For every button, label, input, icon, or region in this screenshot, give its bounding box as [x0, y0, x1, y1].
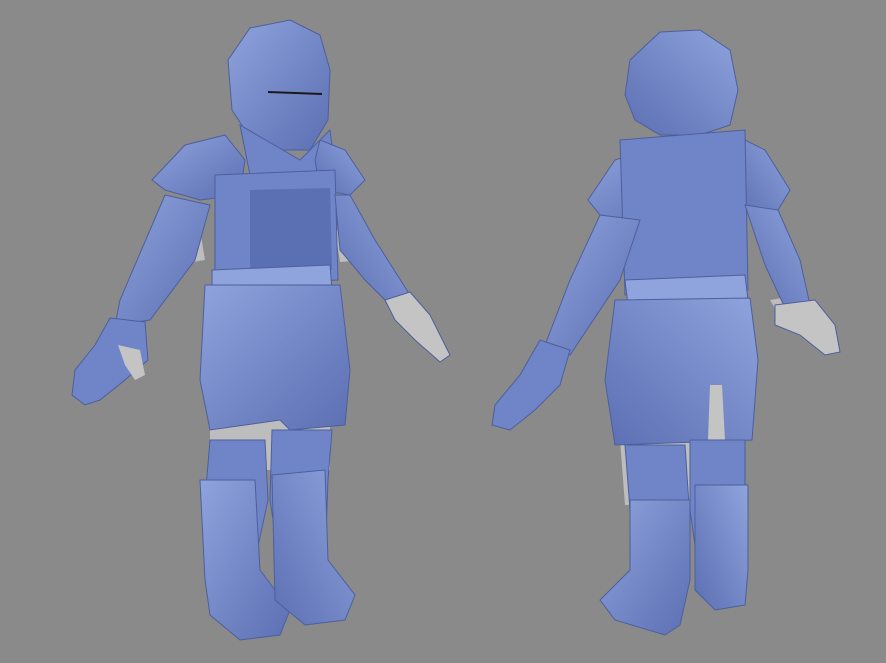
front-breastplate-center: [250, 188, 332, 272]
knight-back-view[interactable]: [491, 29, 841, 636]
back-faulds: [604, 297, 759, 446]
front-right-gauntlet: [384, 291, 451, 363]
front-right-arm: [334, 194, 411, 311]
viewport-render: [71, 19, 841, 641]
3d-viewport[interactable]: [0, 0, 886, 663]
front-right-boot: [271, 469, 356, 626]
back-left-gauntlet: [491, 339, 571, 431]
front-faulds: [199, 284, 351, 431]
back-left-boot: [599, 499, 691, 636]
back-backplate: [619, 129, 749, 296]
back-right-gauntlet: [774, 299, 841, 356]
back-right-boot: [694, 484, 749, 611]
knight-front-view[interactable]: [71, 19, 451, 641]
back-right-arm: [744, 204, 811, 309]
back-helmet: [624, 29, 739, 136]
